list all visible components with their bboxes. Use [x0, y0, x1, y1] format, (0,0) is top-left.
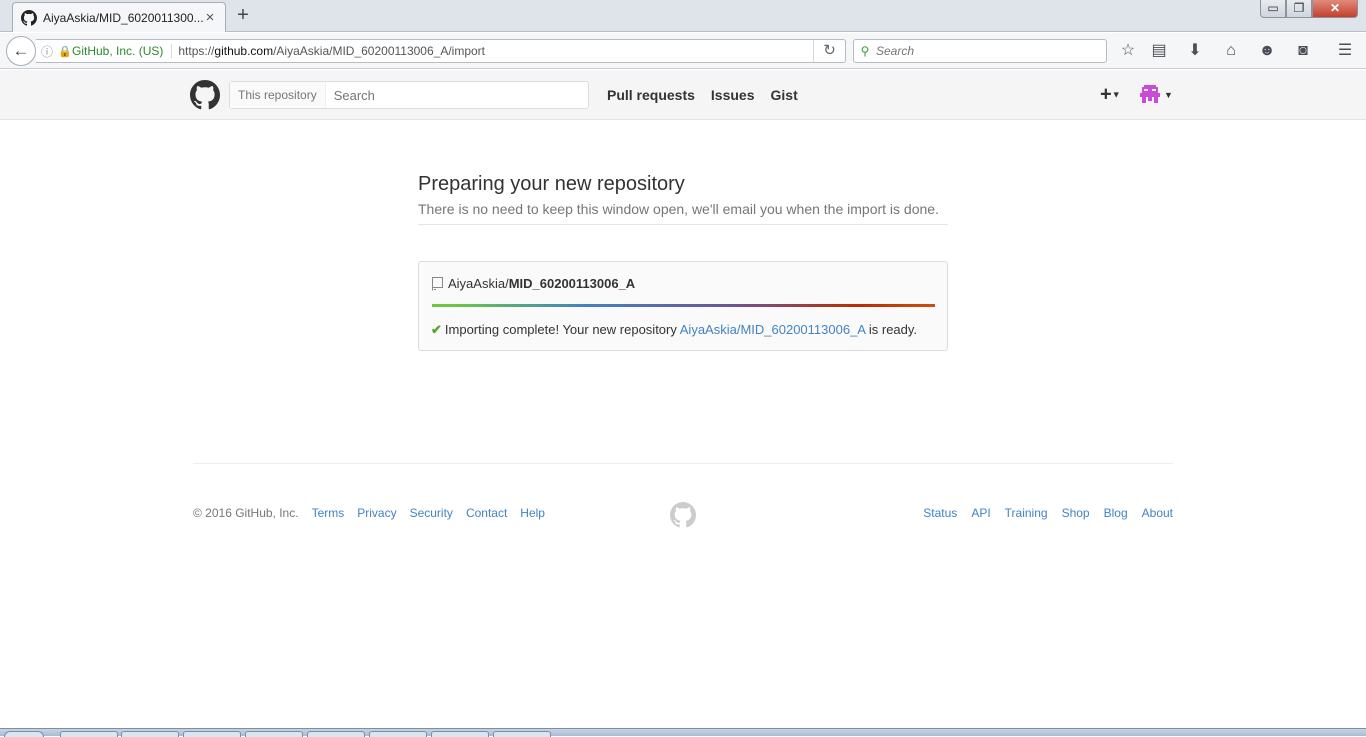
browser-nav-bar: ← ⓘ 🔒 GitHub, Inc. (US) https://github.c… [0, 33, 1366, 69]
check-icon: ✔ [431, 322, 442, 337]
site-identity[interactable]: GitHub, Inc. (US) [72, 44, 173, 58]
search-engine-icon[interactable]: ⚲ [854, 44, 876, 58]
header-nav: Pull requests Issues Gist [607, 87, 798, 103]
footer-link-about[interactable]: About [1142, 506, 1173, 520]
status-suffix: is ready. [865, 322, 918, 337]
reading-list-icon[interactable]: ▤ [1147, 40, 1171, 62]
taskbar-app-3[interactable] [183, 731, 241, 737]
footer-link-status[interactable]: Status [923, 506, 957, 520]
back-arrow-icon: ← [12, 41, 30, 60]
import-progress-bar [432, 304, 935, 307]
taskbar-app-5[interactable] [307, 731, 365, 737]
tab-title: AiyaAskia/MID_6020011300... [43, 10, 203, 25]
avatar[interactable] [1140, 85, 1160, 105]
repo-heading: AiyaAskia/MID_60200113006_A [431, 276, 635, 291]
footer-link-shop[interactable]: Shop [1062, 506, 1090, 520]
github-header: This repository Pull requests Issues Gis… [0, 70, 1366, 120]
github-footer-mark-icon[interactable] [670, 502, 696, 528]
import-complete-message: ✔ Importing complete! Your new repository… [431, 322, 917, 338]
os-taskbar [0, 728, 1366, 737]
footer-link-api[interactable]: API [971, 506, 990, 520]
window-controls: ▭ ❐ ✕ [1260, 0, 1358, 18]
status-prefix: Importing complete! Your new repository [444, 322, 680, 337]
taskbar-app-2[interactable] [121, 731, 179, 737]
pocket-icon[interactable]: ◙ [1291, 40, 1315, 62]
footer-link-blog[interactable]: Blog [1104, 506, 1128, 520]
import-status-container: Preparing your new repository There is n… [418, 170, 948, 351]
page-lead: There is no need to keep this window ope… [418, 201, 948, 225]
menu-icon[interactable]: ☰ [1333, 40, 1357, 62]
import-status-box: AiyaAskia/MID_60200113006_A ✔ Importing c… [418, 261, 948, 351]
repo-search: This repository [229, 81, 589, 109]
page-title: Preparing your new repository [418, 173, 685, 195]
taskbar-app-7[interactable] [431, 731, 489, 737]
bookmark-star-icon[interactable]: ☆ [1116, 40, 1140, 62]
browser-search-input[interactable] [876, 44, 1096, 58]
taskbar-app-8[interactable] [493, 731, 551, 737]
nav-pull-requests[interactable]: Pull requests [607, 87, 695, 103]
footer-link-contact[interactable]: Contact [466, 506, 507, 520]
avatar-chevron-down-icon[interactable]: ▼ [1164, 90, 1173, 100]
search-input[interactable] [325, 87, 576, 103]
taskbar-app-4[interactable] [245, 731, 303, 737]
create-new-button[interactable]: +▼ [1100, 84, 1121, 105]
url-text[interactable]: https://github.com/AiyaAskia/MID_6020011… [178, 44, 813, 58]
repo-name: MID_60200113006_A [508, 276, 636, 291]
reload-icon[interactable]: ↻ [813, 40, 845, 62]
browser-tab[interactable]: AiyaAskia/MID_6020011300... × [12, 2, 226, 32]
start-button[interactable] [4, 731, 44, 737]
github-logo-icon[interactable] [190, 80, 220, 110]
taskbar-app-6[interactable] [369, 731, 427, 737]
footer-link-privacy[interactable]: Privacy [357, 506, 396, 520]
repo-owner: AiyaAskia/ [448, 276, 509, 291]
footer-link-help[interactable]: Help [520, 506, 545, 520]
nav-gist[interactable]: Gist [771, 87, 798, 103]
browser-tab-bar: AiyaAskia/MID_6020011300... × + ▭ ❐ ✕ [0, 0, 1366, 32]
minimize-button[interactable]: ▭ [1260, 0, 1286, 18]
footer-link-terms[interactable]: Terms [312, 506, 345, 520]
copyright: © 2016 GitHub, Inc. [193, 506, 299, 520]
taskbar-app-1[interactable] [60, 731, 118, 737]
chat-icon[interactable]: ☻ [1255, 40, 1279, 62]
footer-right: Status API Training Shop Blog About [923, 506, 1173, 520]
home-icon[interactable]: ⌂ [1219, 40, 1243, 62]
new-tab-button[interactable]: + [232, 4, 254, 26]
url-bar[interactable]: ⓘ 🔒 GitHub, Inc. (US) https://github.com… [36, 39, 846, 63]
tab-close-icon[interactable]: × [203, 9, 217, 26]
lock-icon: 🔒 [58, 45, 72, 58]
scope-label: This repository [230, 82, 326, 108]
footer-link-training[interactable]: Training [1005, 506, 1048, 520]
browser-search-bar[interactable]: ⚲ [853, 39, 1107, 63]
back-button[interactable]: ← [6, 36, 36, 66]
site-footer: © 2016 GitHub, Inc. Terms Privacy Securi… [193, 463, 1173, 543]
nav-issues[interactable]: Issues [711, 87, 755, 103]
info-icon[interactable]: ⓘ [36, 43, 58, 60]
repo-link[interactable]: AiyaAskia/MID_60200113006_A [680, 322, 866, 337]
chevron-down-icon: ▼ [1111, 89, 1121, 100]
maximize-button[interactable]: ❐ [1286, 0, 1312, 18]
repo-icon [432, 276, 443, 290]
close-window-button[interactable]: ✕ [1312, 0, 1358, 18]
downloads-icon[interactable]: ⬇ [1183, 40, 1207, 62]
footer-left: © 2016 GitHub, Inc. Terms Privacy Securi… [193, 506, 545, 520]
github-favicon-icon [21, 9, 37, 26]
footer-link-security[interactable]: Security [410, 506, 453, 520]
plus-icon: + [1100, 83, 1112, 106]
